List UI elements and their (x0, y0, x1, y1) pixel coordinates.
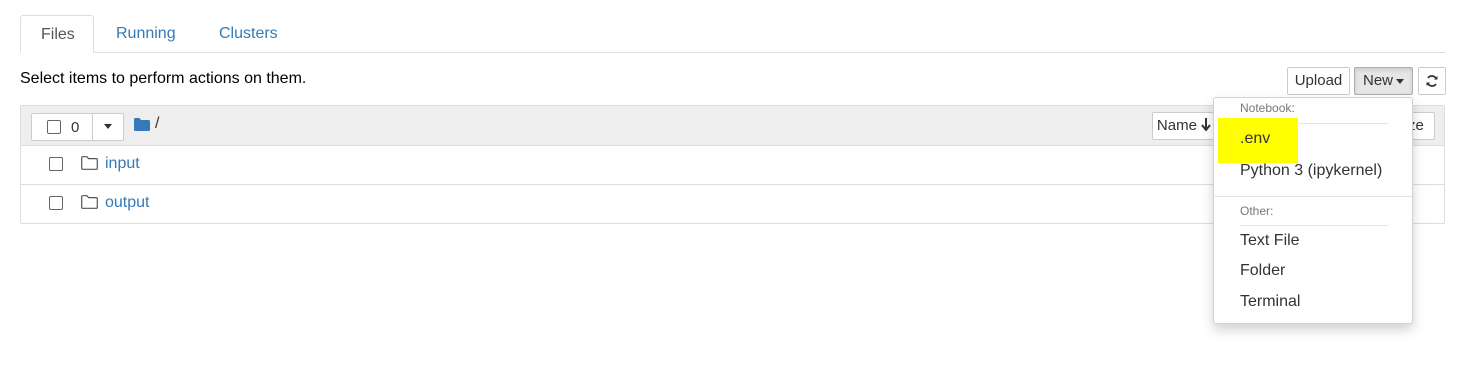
caret-down-icon (104, 123, 112, 129)
notebook-section-header: Notebook: (1240, 101, 1295, 115)
notebook-header-divider (1240, 123, 1388, 124)
folder-filled-icon (134, 118, 150, 131)
select-all-checkbox[interactable] (47, 120, 61, 134)
arrow-down-icon (1201, 118, 1211, 132)
folder-icon (81, 195, 98, 209)
tab-running[interactable]: Running (96, 15, 196, 53)
tab-running-label: Running (116, 25, 176, 42)
new-button[interactable]: New (1354, 67, 1413, 95)
new-terminal-item[interactable]: Terminal (1240, 293, 1300, 311)
new-notebook-env-item[interactable]: .env (1240, 130, 1270, 148)
menu-divider (1214, 196, 1412, 197)
tab-files[interactable]: Files (20, 15, 94, 53)
new-button-label: New (1362, 72, 1393, 89)
other-section-header: Other: (1240, 204, 1274, 218)
breadcrumb-root[interactable]: / (155, 115, 159, 133)
folder-link-input[interactable]: input (105, 155, 140, 173)
select-all-group: 0 (31, 113, 124, 141)
new-folder-item[interactable]: Folder (1240, 262, 1285, 280)
folder-link-output[interactable]: output (105, 194, 149, 212)
caret-down-icon (1396, 78, 1404, 84)
select-dropdown-button[interactable] (93, 114, 123, 140)
upload-button[interactable]: Upload (1287, 67, 1350, 95)
tab-files-label: Files (41, 26, 75, 43)
other-header-divider (1240, 225, 1388, 226)
item-checkbox[interactable] (49, 196, 63, 210)
new-notebook-python3-item[interactable]: Python 3 (ipykernel) (1240, 162, 1382, 180)
tab-clusters-label: Clusters (219, 25, 278, 42)
sort-name-label: Name (1156, 117, 1197, 134)
tab-bar: Files Running Clusters (20, 15, 1445, 53)
item-checkbox[interactable] (49, 157, 63, 171)
new-text-file-item[interactable]: Text File (1240, 232, 1300, 250)
refresh-icon (1426, 75, 1438, 87)
folder-icon (81, 156, 98, 170)
instructions-text: Select items to perform actions on them. (20, 70, 307, 87)
new-dropdown-menu: Notebook: .env Python 3 (ipykernel) Othe… (1213, 97, 1413, 324)
refresh-button[interactable] (1418, 67, 1446, 95)
sort-by-name-button[interactable]: Name (1152, 112, 1216, 140)
tab-clusters[interactable]: Clusters (199, 15, 298, 53)
selected-count: 0 (71, 119, 80, 136)
upload-button-label: Upload (1294, 72, 1343, 89)
